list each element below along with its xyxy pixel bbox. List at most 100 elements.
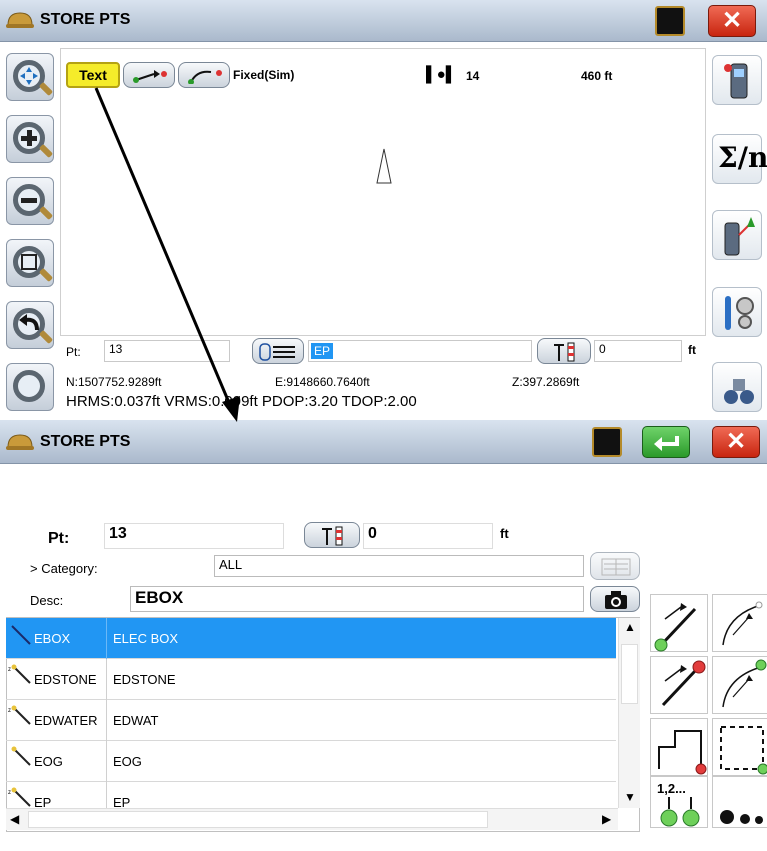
enter-button[interactable] bbox=[642, 426, 690, 458]
code-cell: EBOX bbox=[34, 631, 71, 646]
search-button[interactable] bbox=[712, 362, 762, 412]
pt-label: Pt: bbox=[66, 345, 81, 359]
line-code-icon: z bbox=[8, 664, 31, 684]
line-mode-button[interactable] bbox=[123, 62, 175, 88]
scroll-thumb[interactable] bbox=[621, 644, 638, 704]
height-input[interactable]: 0 bbox=[594, 340, 682, 362]
elevation-coordinate: Z:397.2869ft bbox=[512, 375, 580, 389]
sigma-icon: Σ/n bbox=[718, 141, 767, 174]
pt-input[interactable]: 13 bbox=[104, 523, 284, 549]
satellite-count: 14 bbox=[466, 69, 480, 83]
close-button[interactable]: ✕ bbox=[712, 426, 760, 458]
stakeout-icon bbox=[724, 217, 755, 256]
gps-device-icon bbox=[724, 63, 748, 99]
rod-height-button[interactable] bbox=[537, 338, 591, 364]
scroll-thumb[interactable] bbox=[28, 811, 488, 828]
rod-height-button[interactable] bbox=[304, 522, 360, 548]
description-list-button[interactable] bbox=[252, 338, 304, 364]
list-item[interactable]: EOG EOG bbox=[6, 741, 616, 782]
code-cell: EOG bbox=[34, 754, 63, 769]
zoom-in-button[interactable] bbox=[6, 115, 54, 163]
east-coordinate: E:9148660.7640ft bbox=[275, 375, 370, 389]
close-icon: ✕ bbox=[721, 7, 743, 34]
close-figure-button[interactable] bbox=[650, 718, 708, 776]
settings-button[interactable] bbox=[712, 287, 762, 337]
bottom-window-title: STORE PTS bbox=[40, 433, 131, 450]
binoculars-icon bbox=[724, 379, 754, 404]
top-window-title: STORE PTS bbox=[40, 11, 131, 28]
scroll-right-icon[interactable]: ▶ bbox=[602, 812, 611, 826]
description-cell: EDSTONE bbox=[106, 659, 176, 700]
rod-icon bbox=[322, 526, 343, 546]
close-button[interactable]: ✕ bbox=[708, 5, 756, 37]
bottom-titlebar: STORE PTS ✕ bbox=[0, 420, 767, 464]
vertical-scrollbar[interactable]: ▲ ▼ bbox=[618, 618, 640, 808]
scroll-up-icon[interactable]: ▲ bbox=[624, 620, 636, 634]
distance-readout: 460 ft bbox=[581, 69, 613, 83]
zoom-extents-button[interactable] bbox=[6, 53, 54, 101]
svg-text:z: z bbox=[8, 790, 11, 796]
line-code-icon bbox=[11, 746, 31, 766]
more-options-button[interactable] bbox=[712, 776, 767, 828]
list-item[interactable]: z EDSTONE EDSTONE bbox=[6, 659, 616, 700]
list-item[interactable]: EBOX ELEC BOX bbox=[6, 618, 616, 659]
height-unit: ft bbox=[500, 526, 509, 541]
curve-arrow-icon bbox=[188, 70, 222, 84]
start-line-button[interactable] bbox=[650, 594, 708, 652]
category-label: > Category: bbox=[30, 561, 98, 576]
top-titlebar: STORE PTS ✕ bbox=[0, 0, 767, 42]
photo-button[interactable] bbox=[590, 586, 640, 612]
map-canvas[interactable]: Text Fixed(Sim) ▌●▌ 14 460 ft bbox=[60, 48, 706, 336]
abc-list-icon bbox=[259, 343, 295, 361]
end-line-icon bbox=[661, 660, 706, 707]
text-button[interactable]: Text bbox=[66, 62, 120, 88]
end-line-button[interactable] bbox=[650, 656, 708, 714]
list-icon bbox=[601, 558, 631, 576]
svg-text:z: z bbox=[8, 667, 11, 673]
category-value: ALL bbox=[219, 557, 243, 572]
settings-icon bbox=[725, 296, 754, 330]
minimize-button[interactable] bbox=[592, 427, 622, 457]
list-item[interactable]: z EDWATER EDWAT bbox=[6, 700, 616, 741]
desc-value: EBOX bbox=[135, 588, 184, 607]
horizontal-scrollbar[interactable]: ◀ ▶ bbox=[6, 808, 618, 830]
rectangle-icon bbox=[720, 726, 767, 775]
zoom-previous-button[interactable] bbox=[6, 301, 54, 349]
north-arrow-icon bbox=[376, 148, 392, 184]
hardhat-icon bbox=[6, 12, 34, 28]
rod-icon bbox=[554, 342, 575, 362]
stakeout-button[interactable] bbox=[712, 210, 762, 260]
enter-icon bbox=[654, 436, 679, 451]
scroll-left-icon[interactable]: ◀ bbox=[10, 812, 19, 826]
close-figure-icon bbox=[658, 730, 707, 775]
end-curve-button[interactable] bbox=[712, 656, 767, 714]
close-icon: ✕ bbox=[725, 428, 747, 455]
category-list-button[interactable] bbox=[590, 552, 640, 580]
north-coordinate: N:1507752.9289ft bbox=[66, 375, 162, 389]
desc-input[interactable]: EP bbox=[308, 340, 532, 362]
minimize-button[interactable] bbox=[655, 6, 685, 36]
zoom-out-button[interactable] bbox=[6, 177, 54, 225]
desc-label: Desc: bbox=[30, 593, 64, 608]
svg-text:z: z bbox=[8, 708, 11, 714]
layers-icon bbox=[13, 370, 45, 402]
start-line-icon bbox=[654, 603, 697, 652]
height-input[interactable]: 0 bbox=[363, 523, 493, 549]
curve-mode-button[interactable] bbox=[178, 62, 230, 88]
map-layers-button[interactable] bbox=[6, 363, 54, 411]
average-button[interactable]: Σ/n bbox=[712, 134, 767, 184]
pt-input[interactable]: 13 bbox=[104, 340, 230, 362]
point-numbering-button[interactable]: 1,2... bbox=[650, 776, 708, 828]
line-code-icon: z bbox=[8, 705, 31, 725]
scroll-down-icon[interactable]: ▼ bbox=[624, 790, 636, 804]
start-curve-button[interactable] bbox=[712, 594, 767, 652]
rectangle-button[interactable] bbox=[712, 718, 767, 776]
zoom-window-button[interactable] bbox=[6, 239, 54, 287]
description-cell: EOG bbox=[106, 741, 142, 782]
more-icon bbox=[720, 810, 763, 824]
category-select[interactable]: ALL bbox=[214, 555, 584, 577]
desc-input[interactable]: EBOX bbox=[130, 586, 584, 612]
numbering-label: 1,2... bbox=[657, 781, 686, 796]
start-curve-icon bbox=[722, 601, 763, 646]
gps-device-button[interactable] bbox=[712, 55, 762, 105]
